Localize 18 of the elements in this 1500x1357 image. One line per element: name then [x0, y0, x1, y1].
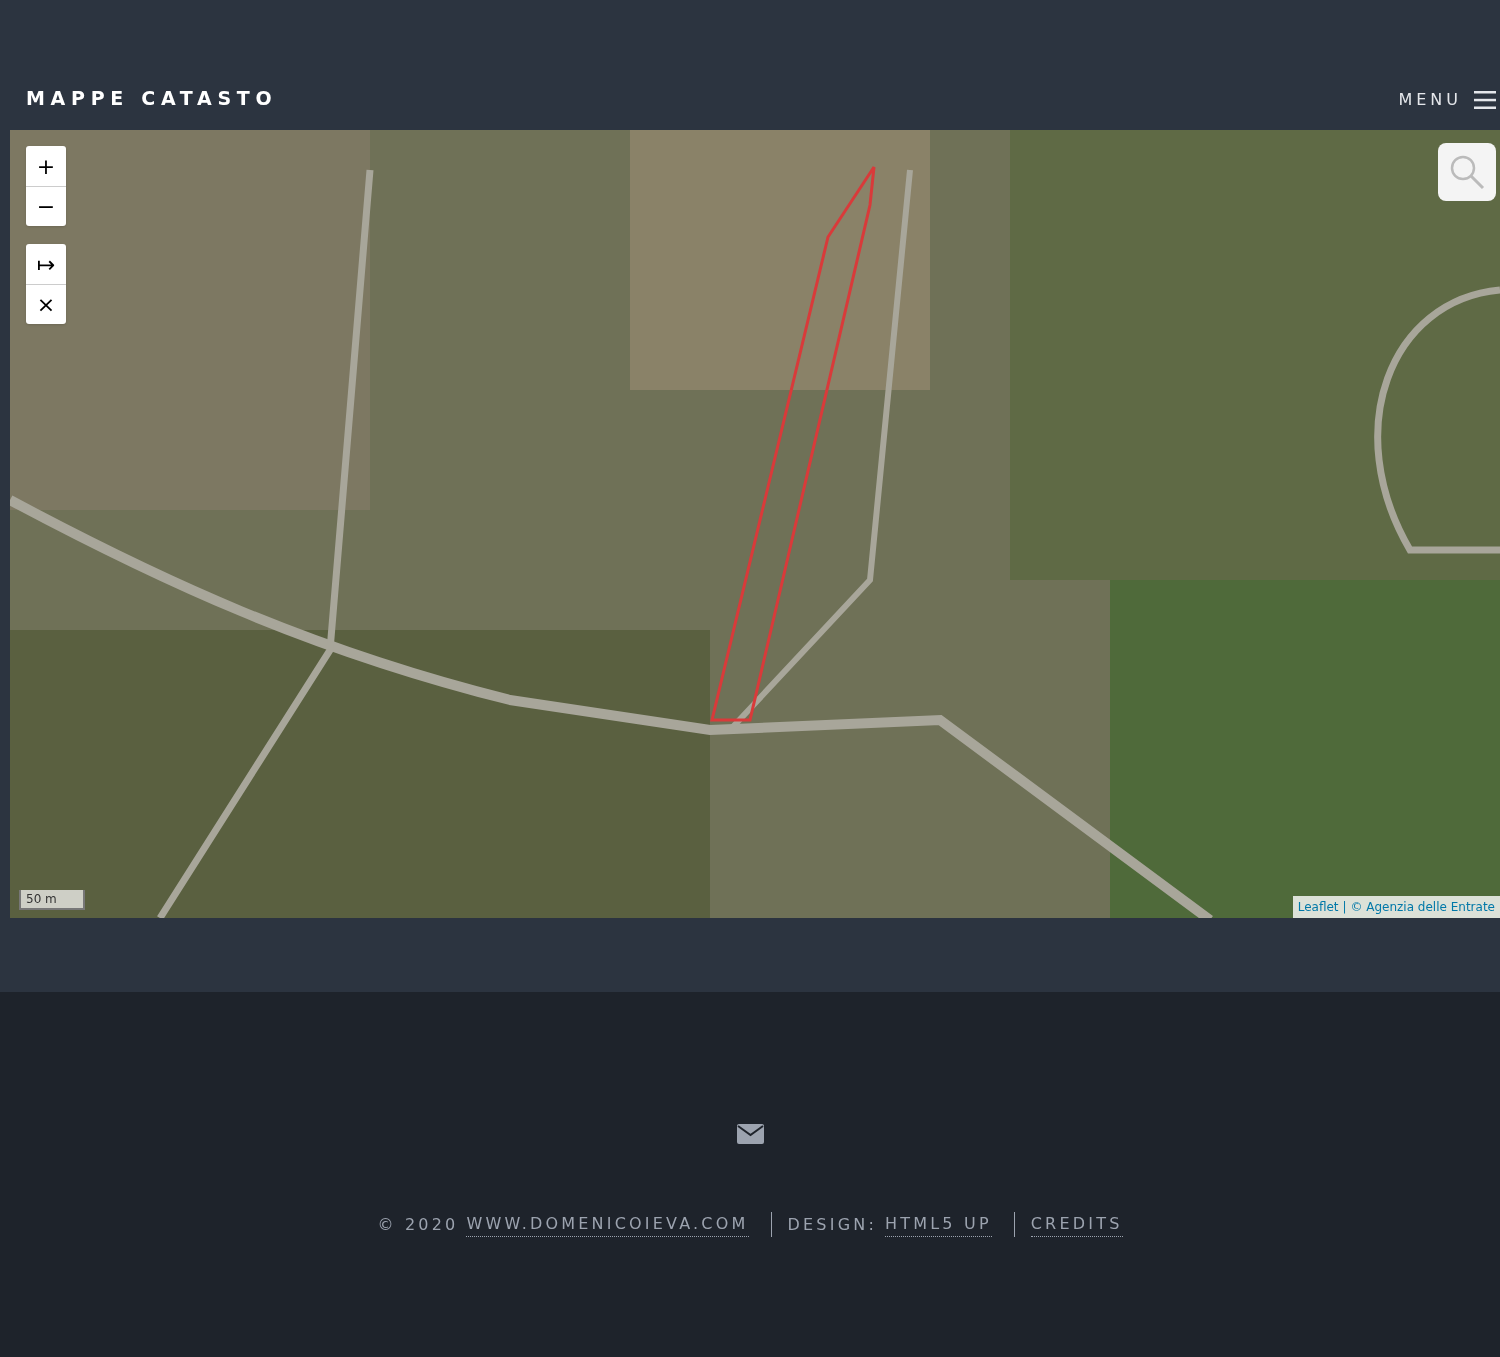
attribution-link[interactable]: Leaflet: [1297, 898, 1339, 916]
footer-text: © 2020: [377, 1213, 459, 1236]
footer-link[interactable]: WWW.DOMENICOIEVA.COM: [466, 1212, 749, 1237]
envelope-icon[interactable]: [736, 1124, 764, 1144]
menu-link[interactable]: MENU: [1398, 88, 1496, 112]
measure-button[interactable]: ↦: [26, 244, 66, 284]
footer-link[interactable]: CREDITS: [1030, 1212, 1123, 1237]
attribution-text: | © Agenzia delle Entrate: [1342, 899, 1495, 916]
satellite-map-drawing[interactable]: [10, 130, 1500, 918]
menu-icon[interactable]: [1474, 90, 1496, 110]
zoom-out-button[interactable]: −: [26, 186, 66, 226]
search-icon: [1448, 153, 1486, 191]
site-title[interactable]: MAPPE CATASTO: [26, 83, 278, 112]
footer-link[interactable]: HTML5 UP: [885, 1212, 992, 1237]
zoom-in-button[interactable]: +: [26, 146, 66, 186]
footer-text: DESIGN:: [787, 1213, 877, 1236]
clear-button[interactable]: ×: [26, 284, 66, 324]
scale-bar: 50 m: [19, 890, 85, 910]
